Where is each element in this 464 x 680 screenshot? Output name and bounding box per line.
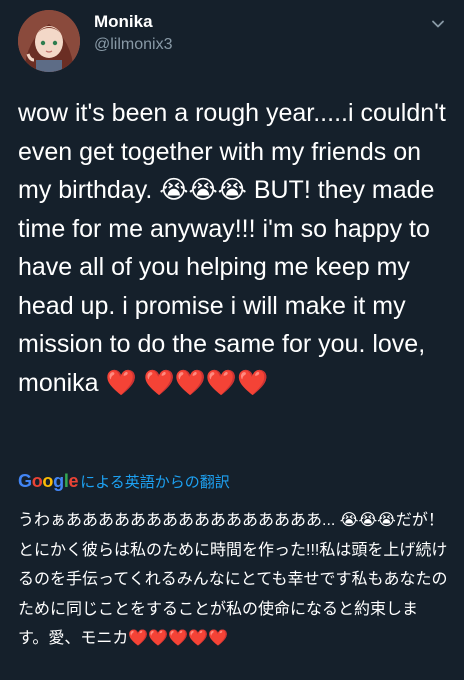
user-handle[interactable]: @lilmonix3 (94, 36, 172, 54)
translated-text: うわぁああああああああああああああああ... 😭😭😭だが！とにかく彼らは私のため… (18, 512, 448, 647)
display-name[interactable]: Monika (94, 12, 153, 32)
avatar-image (18, 10, 80, 72)
avatar[interactable] (18, 10, 80, 72)
tweet-text: wow it's been a rough year.....i couldn'… (18, 99, 453, 397)
chevron-down-icon[interactable] (430, 16, 446, 32)
translate-label: による英語からの翻訳 (80, 474, 230, 491)
translate-link[interactable]: Google による英語からの翻訳 (18, 470, 448, 492)
google-logo: Google (18, 471, 79, 491)
tweet-header: Monika @lilmonix3 (0, 0, 464, 80)
